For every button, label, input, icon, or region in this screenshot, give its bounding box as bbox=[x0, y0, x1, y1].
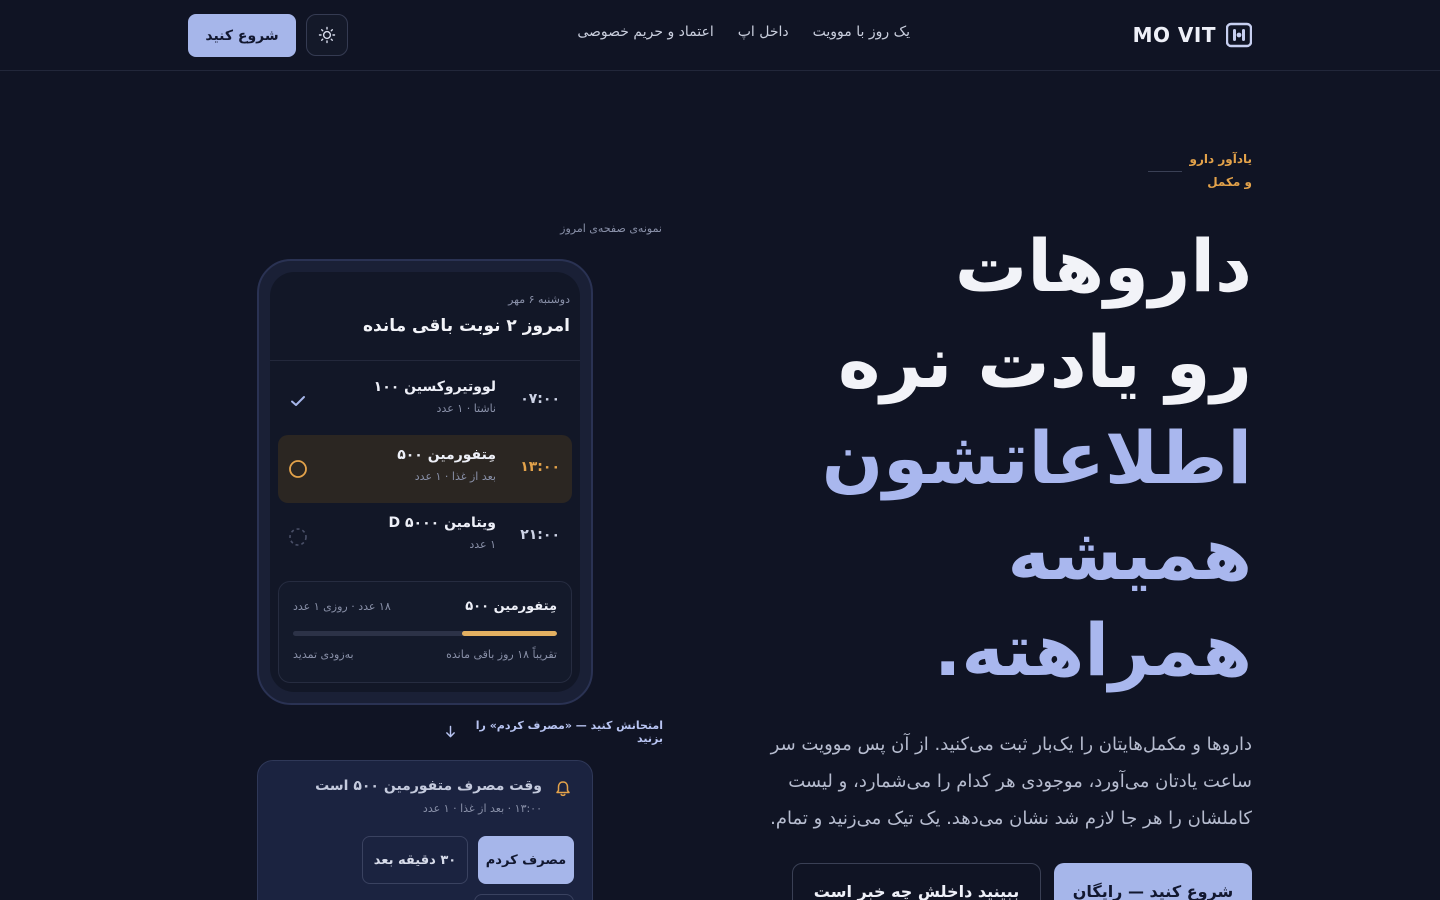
dose-time: ۱۳:۰۰ bbox=[520, 459, 560, 475]
today-title: امروز ۲ نوبت باقی مانده bbox=[362, 316, 570, 336]
dose-meta: بعد از غذا · ۱ عدد bbox=[414, 470, 496, 483]
stock-progress-fill bbox=[461, 631, 557, 636]
hero-subtitle: داروها و مکمل‌هایتان را یک‌بار ثبت می‌کن… bbox=[770, 734, 1252, 829]
check-icon[interactable] bbox=[288, 391, 308, 411]
dose-row[interactable]: ۰۷:۰۰ لووتیروکسین ۱۰۰ ناشتا · ۱ عدد bbox=[278, 367, 572, 435]
arrow-down-icon bbox=[446, 725, 455, 738]
notification-meta: ۱۳:۰۰ · بعد از غذا · ۱ عدد bbox=[422, 802, 542, 815]
site-header: MO VIT یک روز با موویت داخل اپ اعتماد و … bbox=[0, 0, 1440, 71]
sun-icon bbox=[318, 26, 336, 44]
hero-title-line4: همیشه bbox=[1007, 512, 1252, 596]
mark-taken-button[interactable]: مصرف کردم bbox=[478, 836, 574, 884]
snooze-button[interactable]: ۳۰ دقیقه بعد bbox=[362, 836, 468, 884]
nav-item-trust-privacy[interactable]: اعتماد و حریم خصوصی bbox=[577, 24, 713, 40]
stock-renew-soon: به‌زودی تمدید bbox=[293, 648, 354, 661]
stock-progress-bar bbox=[293, 631, 557, 636]
dose-row-active[interactable]: ۱۳:۰۰ مِتفورمین ۵۰۰ بعد از غذا · ۱ عدد bbox=[278, 435, 572, 503]
upcoming-circle-icon[interactable] bbox=[288, 527, 308, 547]
dose-name: مِتفورمین ۵۰۰ bbox=[397, 447, 496, 463]
stock-card: مِتفورمین ۵۰۰ ۱۸ عدد · روزی ۱ عدد تقریبا… bbox=[278, 581, 572, 683]
logo-mark-icon bbox=[1226, 22, 1252, 48]
dose-name: لووتیروکسین ۱۰۰ bbox=[373, 379, 496, 395]
brand-logo[interactable]: MO VIT bbox=[1133, 20, 1252, 50]
hero-title-line5: همراهته. bbox=[934, 608, 1252, 692]
theme-toggle-button[interactable] bbox=[306, 14, 348, 56]
hero-eyebrow: یادآور دارو و مکمل bbox=[1190, 148, 1252, 194]
header-start-button[interactable]: شروع کنید bbox=[188, 14, 296, 57]
stock-name: مِتفورمین ۵۰۰ bbox=[465, 599, 557, 614]
cta-start-free-button[interactable]: شروع کنید — رایگان bbox=[1054, 863, 1252, 900]
eyebrow-divider bbox=[1148, 171, 1182, 172]
hero-title-line3: اطلاعاتشون bbox=[821, 416, 1252, 500]
stock-count: ۱۸ عدد · روزی ۱ عدد bbox=[293, 600, 391, 613]
notification-title: وقت مصرف متفورمین ۵۰۰ است bbox=[315, 778, 542, 794]
dose-name: ویتامین D ۵۰۰۰ bbox=[388, 515, 496, 531]
dose-time: ۰۷:۰۰ bbox=[520, 391, 560, 407]
phone-preview: دوشنبه ۶ مهر امروز ۲ نوبت باقی مانده ۰۷:… bbox=[257, 259, 593, 705]
today-divider bbox=[270, 360, 580, 361]
cta-see-inside-button[interactable]: ببینید داخلش چه خبر است bbox=[792, 863, 1041, 900]
preview-caption: نمونه‌ی صفحه‌ی امروز bbox=[560, 222, 662, 235]
brand-name: MO VIT bbox=[1132, 23, 1216, 47]
hero-title: داروهات رو یادت نره اطلاعاتشون همیشه همر… bbox=[812, 218, 1252, 698]
nav-item-day-with-movit[interactable]: یک روز با موویت bbox=[813, 24, 910, 40]
hero-eyebrow-line2: و مکمل bbox=[1207, 175, 1252, 189]
notification-extra-button[interactable] bbox=[474, 894, 574, 900]
try-it-label: امتحانش کنید — «مصرف کردم» را بزنید bbox=[475, 719, 663, 745]
dose-meta: ناشتا · ۱ عدد bbox=[436, 402, 496, 415]
pending-circle-icon[interactable] bbox=[288, 459, 308, 479]
bell-icon bbox=[556, 781, 570, 797]
phone-screen: دوشنبه ۶ مهر امروز ۲ نوبت باقی مانده ۰۷:… bbox=[270, 272, 580, 692]
reminder-notification: وقت مصرف متفورمین ۵۰۰ است ۱۳:۰۰ · بعد از… bbox=[257, 760, 593, 900]
nav-item-inside-app[interactable]: داخل اپ bbox=[738, 24, 789, 40]
hero-title-line2: رو یادت نره bbox=[837, 320, 1252, 404]
hero-title-line1: داروهات bbox=[954, 224, 1252, 308]
hero-eyebrow-line1: یادآور دارو bbox=[1189, 152, 1252, 166]
stock-days-left: تقریباً ۱۸ روز باقی مانده bbox=[446, 648, 557, 661]
main-nav: یک روز با موویت داخل اپ اعتماد و حریم خص… bbox=[577, 24, 910, 40]
dose-meta: ۱ عدد bbox=[469, 538, 496, 551]
dose-row[interactable]: ۲۱:۰۰ ویتامین D ۵۰۰۰ ۱ عدد bbox=[278, 503, 572, 571]
dose-time: ۲۱:۰۰ bbox=[520, 527, 560, 543]
today-date: دوشنبه ۶ مهر bbox=[508, 293, 570, 306]
try-it-hint[interactable]: امتحانش کنید — «مصرف کردم» را بزنید bbox=[445, 719, 663, 745]
